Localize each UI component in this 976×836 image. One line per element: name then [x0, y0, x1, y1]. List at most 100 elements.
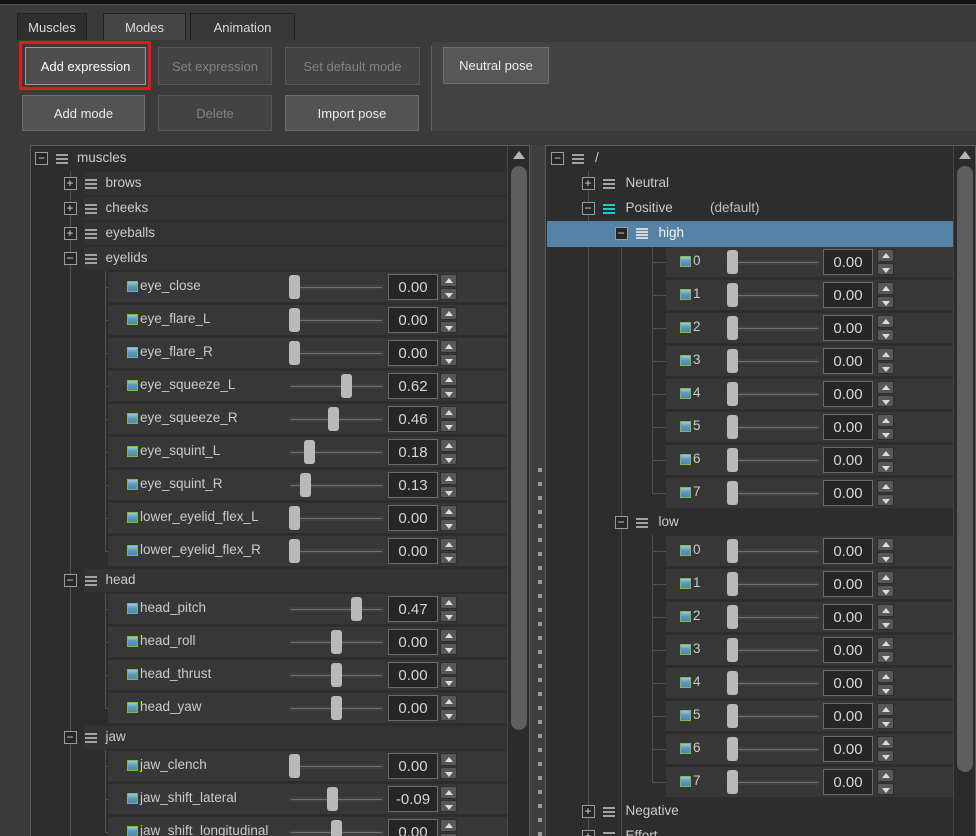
muscle-row-stripe[interactable]: head_roll0.00	[108, 627, 507, 657]
value-slider[interactable]	[727, 412, 820, 442]
muscle-row-stripe[interactable]: 60.00	[666, 445, 953, 475]
spin-down-button[interactable]	[877, 750, 894, 763]
spin-up-button[interactable]	[877, 480, 894, 493]
muscle-row-stripe[interactable]: 50.00	[666, 701, 953, 731]
spin-down-button[interactable]	[440, 354, 457, 367]
slider-handle[interactable]	[727, 481, 738, 505]
value-slider[interactable]	[727, 569, 820, 599]
value-field[interactable]: 0.00	[388, 753, 438, 779]
muscle-checkbox[interactable]	[680, 322, 691, 333]
tree-expand-box[interactable]: +	[582, 805, 595, 818]
slider-handle[interactable]	[727, 316, 738, 340]
value-field[interactable]: 0.00	[388, 505, 438, 531]
muscle-checkbox[interactable]	[127, 512, 138, 523]
muscle-row-stripe[interactable]: 20.00	[666, 602, 953, 632]
muscle-row-stripe[interactable]: 50.00	[666, 412, 953, 442]
muscle-row-stripe[interactable]: 00.00	[666, 536, 953, 566]
value-field[interactable]: 0.00	[823, 769, 873, 795]
spin-down-button[interactable]	[440, 453, 457, 466]
tree-expand-box[interactable]: +	[64, 177, 77, 190]
spin-down-button[interactable]	[877, 552, 894, 565]
slider-handle[interactable]	[727, 283, 738, 307]
value-field[interactable]: 0.00	[823, 381, 873, 407]
value-slider[interactable]	[727, 247, 820, 277]
muscle-row-stripe[interactable]: jaw_shift_longitudinal0.00	[108, 817, 507, 836]
add-mode-button[interactable]: Add mode	[22, 95, 145, 131]
left-scrollbar[interactable]	[507, 146, 529, 836]
slider-handle[interactable]	[289, 506, 300, 530]
value-slider[interactable]	[727, 701, 820, 731]
tab-modes[interactable]: Modes	[103, 13, 186, 40]
tree-expand-box[interactable]: −	[615, 516, 628, 529]
slider-handle[interactable]	[727, 382, 738, 406]
value-slider[interactable]	[289, 470, 384, 500]
slider-handle[interactable]	[289, 341, 300, 365]
muscle-row-stripe[interactable]: head_yaw0.00	[108, 693, 507, 723]
muscle-checkbox[interactable]	[127, 702, 138, 713]
muscle-checkbox[interactable]	[127, 826, 138, 836]
slider-handle[interactable]	[304, 440, 315, 464]
muscle-checkbox[interactable]	[127, 636, 138, 647]
value-field[interactable]: 0.00	[823, 571, 873, 597]
spin-down-button[interactable]	[877, 494, 894, 507]
spin-down-button[interactable]	[440, 833, 457, 836]
value-slider[interactable]	[289, 338, 384, 368]
value-field[interactable]: 0.00	[388, 307, 438, 333]
muscle-checkbox[interactable]	[127, 603, 138, 614]
spin-up-button[interactable]	[877, 249, 894, 262]
muscle-row-stripe[interactable]: eye_flare_R0.00	[108, 338, 507, 368]
muscle-row-stripe[interactable]: 60.00	[666, 734, 953, 764]
left-scrollbar-thumb[interactable]	[511, 166, 527, 730]
value-slider[interactable]	[289, 660, 384, 690]
right-scrollbar[interactable]	[953, 146, 975, 836]
muscle-row-stripe[interactable]: jaw_shift_lateral-0.09	[108, 784, 507, 814]
muscle-checkbox[interactable]	[127, 413, 138, 424]
spin-down-button[interactable]	[877, 428, 894, 441]
value-field[interactable]: 0.00	[388, 819, 438, 836]
value-field[interactable]: 0.00	[823, 703, 873, 729]
value-field[interactable]: 0.00	[823, 604, 873, 630]
muscle-row-stripe[interactable]: 20.00	[666, 313, 953, 343]
slider-handle[interactable]	[331, 820, 342, 836]
value-field[interactable]: 0.47	[388, 596, 438, 622]
spin-down-button[interactable]	[877, 395, 894, 408]
spin-up-button[interactable]	[440, 439, 457, 452]
slider-handle[interactable]	[727, 704, 738, 728]
slider-handle[interactable]	[289, 754, 300, 778]
spin-down-button[interactable]	[877, 651, 894, 664]
slider-handle[interactable]	[289, 308, 300, 332]
muscle-checkbox[interactable]	[680, 454, 691, 465]
spin-up-button[interactable]	[877, 348, 894, 361]
tree-expand-box[interactable]: −	[582, 202, 595, 215]
value-field[interactable]: 0.00	[388, 662, 438, 688]
muscle-row-stripe[interactable]: eye_close0.00	[108, 272, 507, 302]
spin-up-button[interactable]	[440, 406, 457, 419]
spin-up-button[interactable]	[440, 786, 457, 799]
muscle-row-stripe[interactable]: eye_squint_L0.18	[108, 437, 507, 467]
muscle-checkbox[interactable]	[680, 545, 691, 556]
slider-handle[interactable]	[727, 250, 738, 274]
spin-up-button[interactable]	[440, 662, 457, 675]
value-slider[interactable]	[727, 313, 820, 343]
slider-handle[interactable]	[727, 539, 738, 563]
muscle-checkbox[interactable]	[680, 355, 691, 366]
tree-expand-box[interactable]: +	[64, 202, 77, 215]
spin-down-button[interactable]	[440, 486, 457, 499]
spin-down-button[interactable]	[440, 767, 457, 780]
value-slider[interactable]	[727, 379, 820, 409]
spin-up-button[interactable]	[877, 637, 894, 650]
value-slider[interactable]	[289, 305, 384, 335]
muscle-checkbox[interactable]	[680, 256, 691, 267]
tree-expand-box[interactable]: +	[582, 830, 595, 836]
muscle-row-stripe[interactable]: head_thrust0.00	[108, 660, 507, 690]
spin-down-button[interactable]	[877, 296, 894, 309]
spin-up-button[interactable]	[440, 695, 457, 708]
add-expression-button[interactable]: Add expression	[25, 47, 146, 85]
spin-down-button[interactable]	[440, 643, 457, 656]
muscle-checkbox[interactable]	[680, 644, 691, 655]
spin-down-button[interactable]	[877, 618, 894, 631]
tree-expand-box[interactable]: −	[64, 574, 77, 587]
spin-up-button[interactable]	[877, 736, 894, 749]
value-field[interactable]: 0.00	[823, 249, 873, 275]
muscle-checkbox[interactable]	[127, 760, 138, 771]
